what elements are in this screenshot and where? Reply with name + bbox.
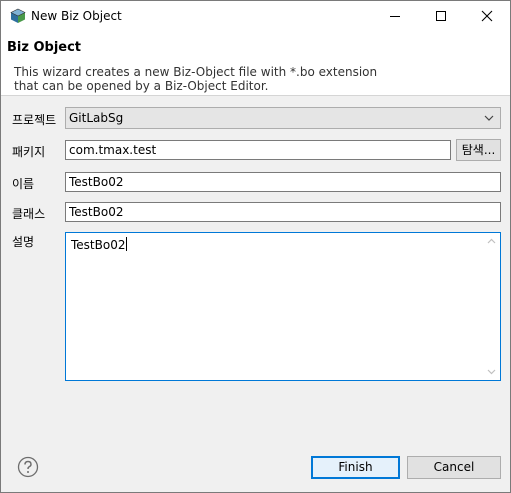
window-title: New Biz Object [31,9,122,23]
minimize-icon [390,16,400,17]
package-field[interactable] [65,140,451,160]
close-icon [481,10,493,22]
maximize-button[interactable] [418,1,464,31]
help-button[interactable] [17,456,39,478]
description-label: 설명 [12,235,35,249]
finish-button[interactable]: Finish [311,456,400,479]
minimize-button[interactable] [372,1,418,31]
project-select[interactable]: GitLabSg [65,107,501,129]
vertical-scrollbar[interactable] [483,233,500,380]
app-icon [10,8,26,24]
class-label: 클래스 [12,207,46,221]
package-label: 패키지 [12,145,46,159]
scroll-up-icon[interactable] [487,238,496,244]
text-caret [126,237,128,251]
wizard-description: This wizard creates a new Biz-Object fil… [14,65,378,93]
cancel-button[interactable]: Cancel [407,456,501,479]
browse-button[interactable]: 탐색... [456,139,501,161]
description-textarea[interactable]: TestBo02 [65,232,501,381]
close-button[interactable] [464,1,510,31]
name-field[interactable] [65,172,501,192]
wizard-title: Biz Object [7,40,82,55]
wizard-header: Biz Object This wizard creates a new Biz… [1,31,510,96]
name-label: 이름 [12,177,35,191]
chevron-down-icon [484,115,494,121]
dialog-window: New Biz Object Biz Object This wizard cr… [0,0,511,493]
project-select-value: GitLabSg [69,111,124,125]
project-label: 프로젝트 [12,113,57,127]
title-bar: New Biz Object [1,1,510,31]
maximize-icon [436,11,446,21]
help-icon [17,456,39,478]
class-field[interactable] [65,202,501,222]
scroll-down-icon[interactable] [487,369,496,375]
description-text: TestBo02 [71,237,128,252]
